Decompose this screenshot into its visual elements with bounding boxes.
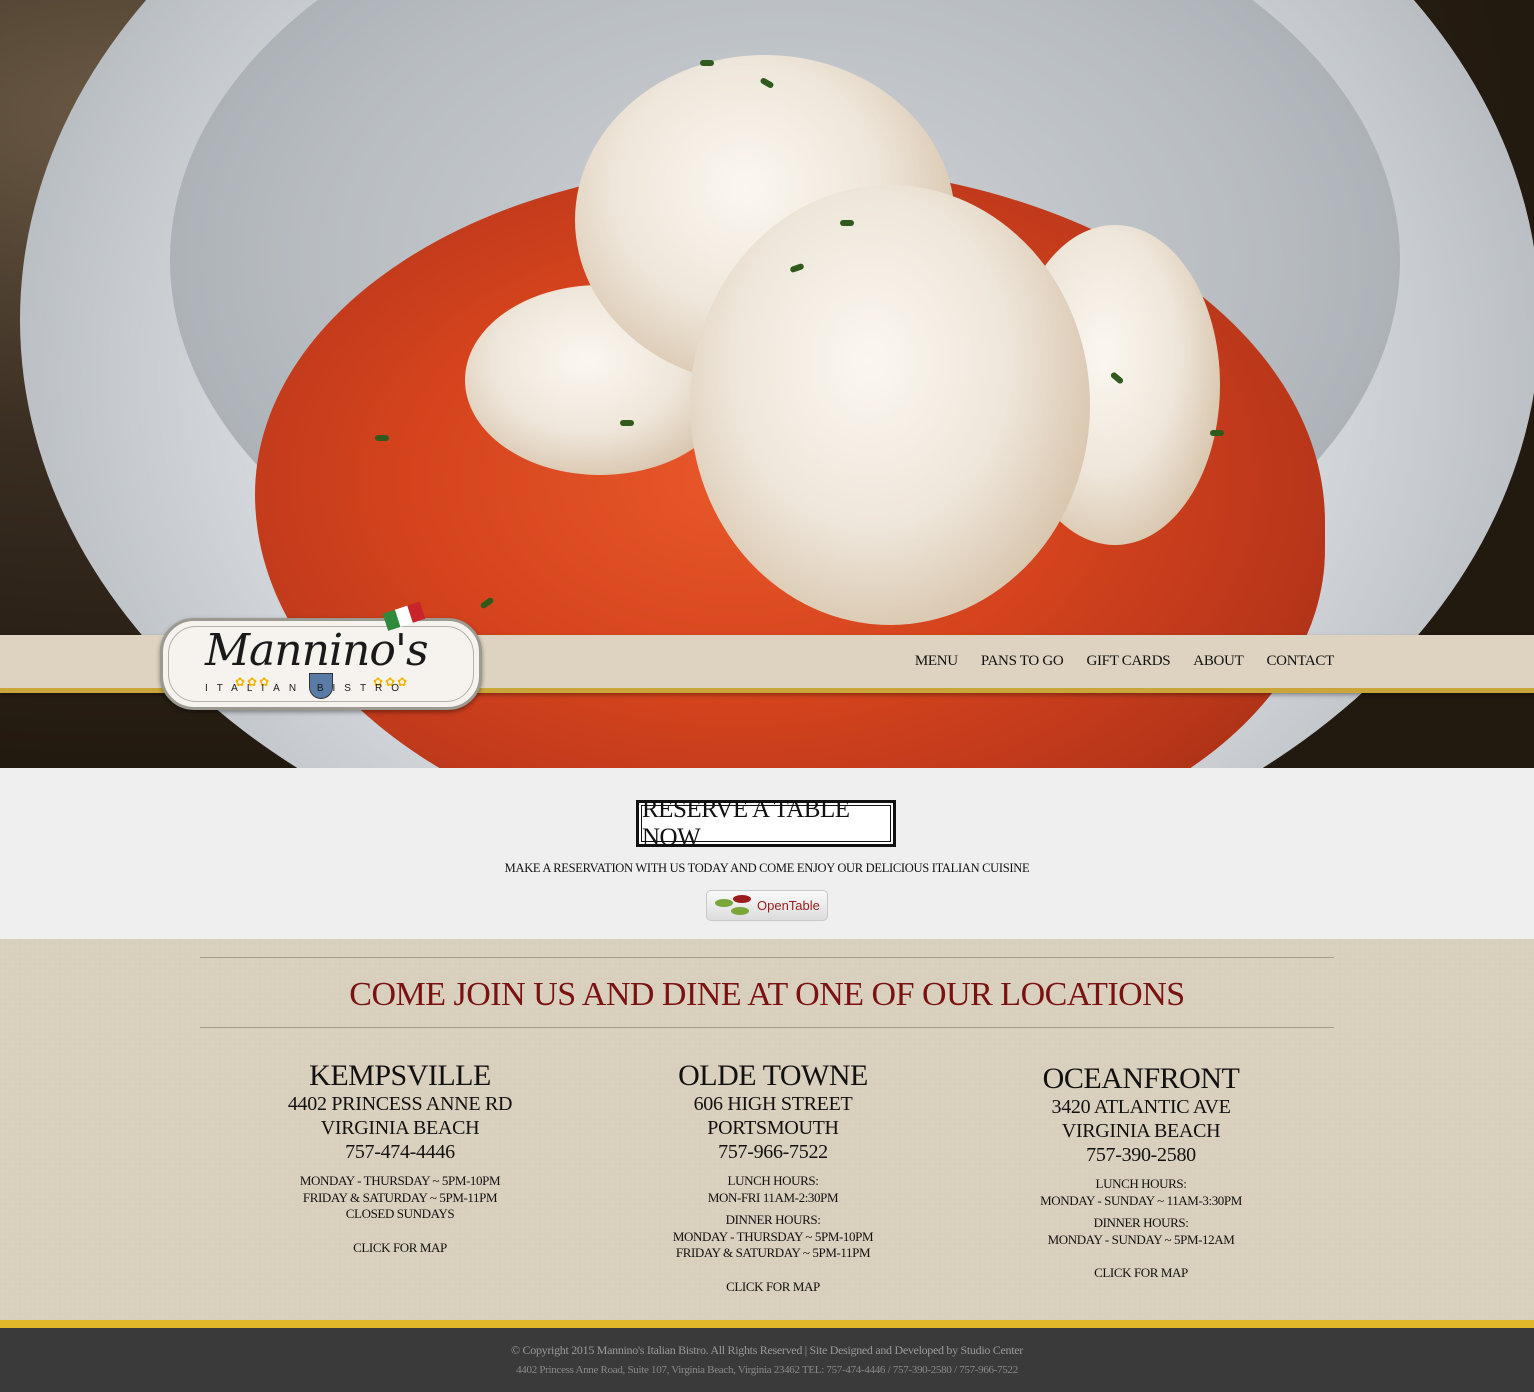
location-city: VIRGINIA BEACH (320, 1117, 480, 1139)
logo-script-text: Mannino's (205, 625, 429, 676)
map-link[interactable]: CLICK FOR MAP (991, 1265, 1291, 1282)
location-phone[interactable]: 757-474-4446 (250, 1140, 550, 1164)
footer: © Copyright 2015 Mannino's Italian Bistr… (0, 1320, 1534, 1392)
location-kempsville: KEMPSVILLE 4402 PRINCESS ANNE RD VIRGINI… (250, 1060, 550, 1256)
opentable-label: OpenTable (757, 898, 820, 913)
nav-item-about[interactable]: ABOUT (1193, 653, 1243, 670)
location-city: PORTSMOUTH (707, 1117, 839, 1139)
locations-heading: COME JOIN US AND DINE AT ONE OF OUR LOCA… (349, 976, 1185, 1013)
herb-garnish (840, 220, 854, 226)
map-link[interactable]: CLICK FOR MAP (250, 1240, 550, 1257)
lunch-hours: MON-FRI 11AM-2:30PM (707, 1189, 839, 1205)
hours-line: FRIDAY & SATURDAY ~ 5PM-11PM (302, 1189, 498, 1205)
copyright-text: © Copyright 2015 Mannino's Italian Bistr… (511, 1343, 1023, 1357)
reserve-button-label: RESERVE A TABLE NOW (641, 796, 891, 851)
divider (200, 1027, 1334, 1028)
location-street: 606 HIGH STREET (693, 1093, 853, 1115)
location-olde-towne: OLDE TOWNE 606 HIGH STREET PORTSMOUTH 75… (623, 1060, 923, 1295)
hours-line: MONDAY - THURSDAY ~ 5PM-10PM (299, 1173, 501, 1188)
nav-item-menu[interactable]: MENU (915, 653, 958, 670)
nav-item-contact[interactable]: CONTACT (1266, 653, 1334, 670)
location-name: OCEANFRONT (1042, 1062, 1240, 1095)
herb-garnish (700, 60, 714, 66)
lunch-label: LUNCH HOURS: (727, 1173, 819, 1188)
location-name: KEMPSVILLE (309, 1059, 491, 1092)
footer-address: 4402 Princess Anne Road, Suite 107, Virg… (516, 1364, 1018, 1376)
reserve-table-button[interactable]: RESERVE A TABLE NOW (636, 796, 896, 851)
location-name: OLDE TOWNE (678, 1059, 868, 1092)
opentable-dot (731, 907, 749, 915)
locations-section: COME JOIN US AND DINE AT ONE OF OUR LOCA… (0, 939, 1534, 1320)
logo-subtitle: ITALIAN BISTRO (205, 683, 409, 694)
location-oceanfront: OCEANFRONT 3420 ATLANTIC AVE VIRGINIA BE… (991, 1063, 1291, 1282)
herb-garnish (620, 420, 634, 426)
site-logo[interactable]: Mannino's ✿✿✿ ✿✿✿ ITALIAN BISTRO (160, 601, 482, 710)
opentable-dot (715, 899, 733, 907)
nav-item-gift-cards[interactable]: GIFT CARDS (1086, 653, 1170, 670)
location-phone[interactable]: 757-390-2580 (991, 1143, 1291, 1167)
location-phone[interactable]: 757-966-7522 (623, 1140, 923, 1164)
location-city: VIRGINIA BEACH (1061, 1120, 1221, 1142)
nav-item-pans-to-go[interactable]: PANS TO GO (981, 653, 1064, 670)
opentable-button[interactable]: OpenTable (706, 890, 828, 921)
map-link[interactable]: CLICK FOR MAP (623, 1279, 923, 1296)
divider (200, 957, 1334, 958)
hours-line: CLOSED SUNDAYS (345, 1206, 455, 1221)
main-nav: MENU PANS TO GO GIFT CARDS ABOUT CONTACT (915, 653, 1334, 670)
dinner-label: DINNER HOURS: (1093, 1215, 1189, 1230)
lunch-label: LUNCH HOURS: (1095, 1176, 1187, 1191)
location-street: 4402 PRINCESS ANNE RD (287, 1093, 513, 1115)
dinner-hours: MONDAY - SUNDAY ~ 5PM-12AM (1047, 1231, 1235, 1247)
reserve-section: RESERVE A TABLE NOW MAKE A RESERVATION W… (0, 768, 1534, 939)
location-street: 3420 ATLANTIC AVE (1051, 1096, 1231, 1118)
opentable-dot (733, 895, 751, 903)
herb-garnish (1210, 430, 1224, 436)
reserve-description: MAKE A RESERVATION WITH US TODAY AND COM… (504, 861, 1030, 875)
lunch-hours: MONDAY - SUNDAY ~ 11AM-3:30PM (1040, 1192, 1242, 1208)
herb-garnish (375, 435, 389, 441)
dinner-hours: MONDAY - THURSDAY ~ 5PM-10PM (672, 1228, 874, 1244)
dinner-label: DINNER HOURS: (725, 1212, 821, 1227)
meatball-cheese (690, 185, 1090, 625)
dinner-hours: FRIDAY & SATURDAY ~ 5PM-11PM (675, 1245, 871, 1260)
